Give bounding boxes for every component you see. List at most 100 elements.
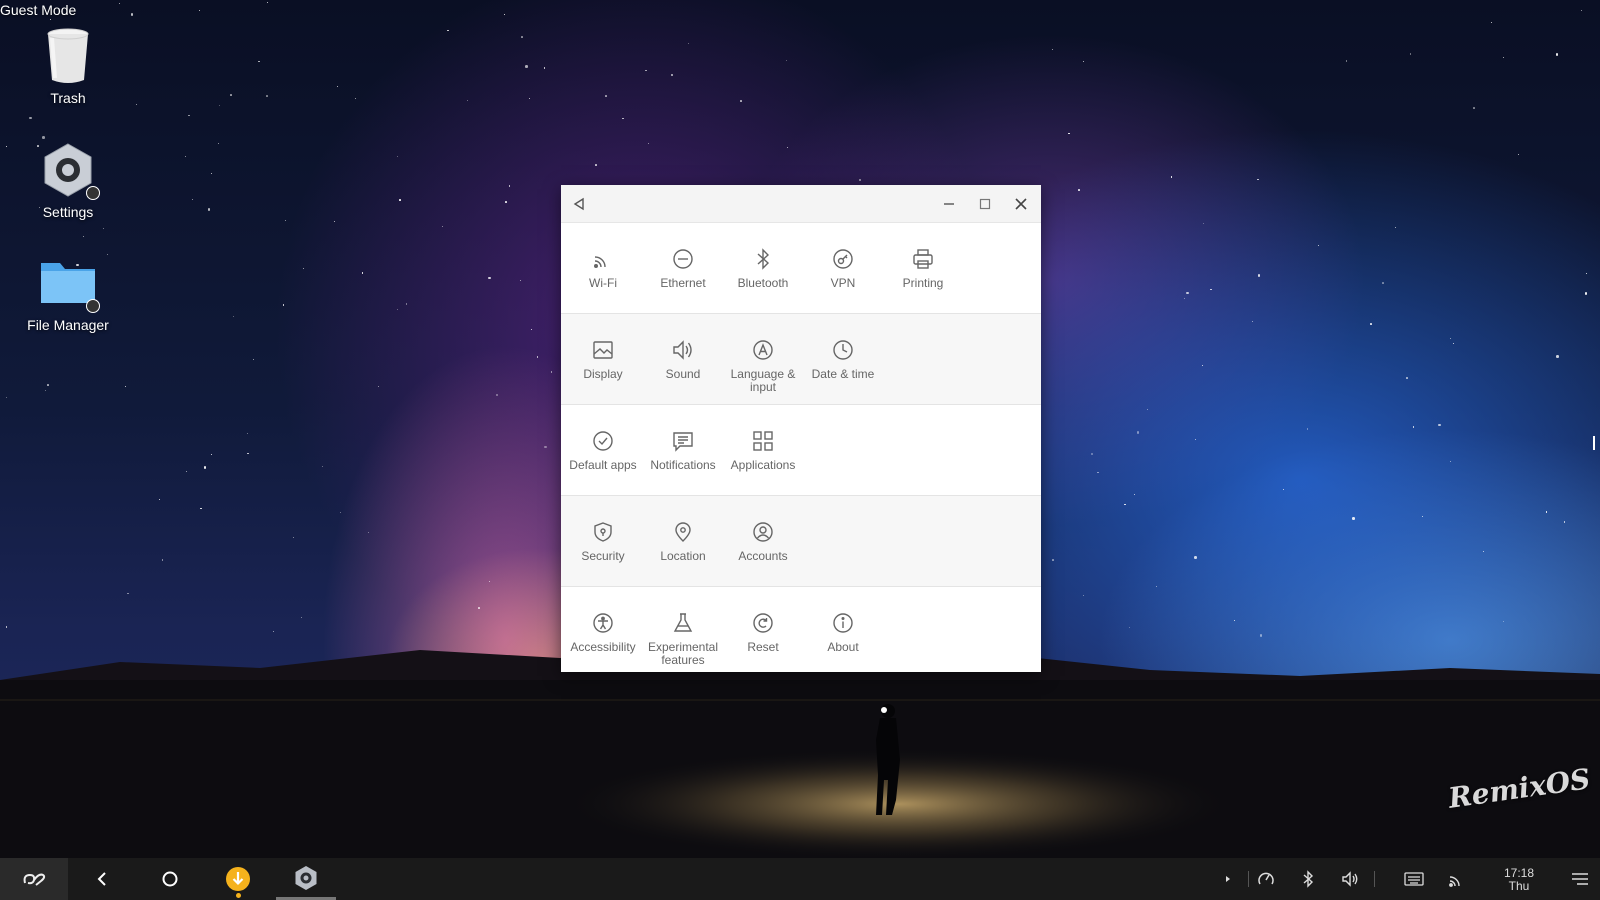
settings-item-display[interactable]: Display (563, 314, 643, 381)
window-title-bar[interactable] (561, 185, 1041, 223)
tray-keyboard-button[interactable] (1396, 858, 1432, 900)
settings-item-label: About (827, 640, 859, 654)
close-button[interactable] (1003, 185, 1039, 222)
wifi-icon (594, 256, 606, 269)
tray-bluetooth-button[interactable] (1290, 858, 1326, 900)
volume-icon (1342, 871, 1358, 887)
back-arrow-icon (573, 197, 584, 210)
download-app-icon (226, 867, 250, 891)
settings-item-label: Default apps (569, 458, 637, 472)
settings-item-label: Notifications (650, 458, 716, 472)
settings-item-vpn[interactable]: VPN (803, 223, 883, 290)
language-icon (753, 340, 773, 360)
info-icon (833, 613, 853, 633)
settings-item-accounts[interactable]: Accounts (723, 496, 803, 563)
settings-item-label: Printing (902, 276, 944, 290)
tray-performance-button[interactable] (1248, 858, 1284, 900)
keyboard-icon (1404, 872, 1424, 886)
settings-item-default-apps[interactable]: Default apps (563, 405, 643, 472)
settings-item-label: Date & time (811, 367, 875, 381)
settings-item-label: Reset (747, 640, 779, 654)
settings-row-personal: Security Location Accounts (561, 496, 1041, 587)
settings-row-apps: Default apps Notifications Applications (561, 405, 1041, 496)
desktop-icon-file-manager[interactable]: File Manager (8, 253, 128, 333)
settings-item-label: VPN (830, 276, 856, 290)
bluetooth-icon (757, 248, 770, 270)
notification-center-button[interactable] (1562, 858, 1598, 900)
settings-item-about[interactable]: About (803, 587, 883, 654)
location-pin-icon (675, 522, 691, 542)
desktop-icon-label: Settings (42, 204, 94, 220)
maximize-icon (979, 198, 991, 209)
settings-item-accessibility[interactable]: Accessibility (563, 587, 643, 654)
settings-item-label: Security (581, 549, 625, 563)
desktop-icon-settings[interactable]: Settings (8, 140, 128, 220)
remix-logo-icon (23, 873, 46, 886)
settings-item-applications[interactable]: Applications (723, 405, 803, 472)
nav-back-button[interactable] (72, 858, 132, 900)
settings-item-label: Accessibility (570, 640, 636, 654)
guest-mode-label: Guest Mode (0, 2, 77, 18)
settings-item-bluetooth[interactable]: Bluetooth (723, 223, 803, 290)
ethernet-icon (673, 249, 693, 269)
minimize-button[interactable] (931, 185, 967, 222)
settings-item-label: Ethernet (660, 276, 706, 290)
settings-item-security[interactable]: Security (563, 496, 643, 563)
desktop-icon-trash[interactable]: Trash (8, 26, 128, 106)
tray-volume-button[interactable] (1332, 858, 1368, 900)
settings-item-location[interactable]: Location (643, 496, 723, 563)
taskbar: 17:18 Thu (0, 858, 1600, 900)
desktop: Guest Mode Trash Settings File Manager R… (0, 0, 1600, 900)
desktop-icon-label: File Manager (27, 317, 109, 333)
clock-icon (833, 340, 853, 360)
display-icon (593, 341, 613, 359)
accessibility-icon (593, 613, 613, 633)
settings-row-network: Wi-Fi Ethernet Bluetooth VPN Printing (561, 223, 1041, 314)
maximize-button[interactable] (967, 185, 1003, 222)
back-button[interactable] (561, 185, 597, 222)
menu-lines-icon (1572, 873, 1588, 885)
settings-item-ethernet[interactable]: Ethernet (643, 223, 723, 290)
taskbar-clock[interactable]: 17:18 Thu (1494, 867, 1544, 893)
folder-icon (38, 253, 100, 313)
settings-item-notifications[interactable]: Notifications (643, 405, 723, 472)
settings-item-label: Location (660, 549, 706, 563)
home-circle-icon (162, 871, 178, 887)
settings-item-label: Wi-Fi (589, 276, 617, 290)
tray-expand-button[interactable] (1210, 858, 1246, 900)
notifications-icon (673, 432, 693, 452)
settings-item-printing[interactable]: Printing (883, 223, 963, 290)
tray-wifi-button[interactable] (1438, 858, 1474, 900)
speedometer-icon (1258, 872, 1274, 885)
caret-right-icon (1226, 876, 1230, 882)
settings-gear-icon (295, 865, 317, 890)
minimize-icon (944, 202, 954, 205)
settings-item-experimental[interactable]: Experimental features (643, 587, 723, 667)
desktop-icon-label: Trash (50, 90, 86, 106)
taskbar-app-settings[interactable] (276, 858, 336, 900)
settings-item-language[interactable]: Language & input (723, 314, 803, 394)
settings-item-label: Display (583, 367, 623, 381)
settings-item-label: Experimental features (647, 640, 719, 667)
settings-gear-icon (38, 140, 100, 200)
clock-day: Thu (1508, 879, 1530, 893)
vpn-icon (833, 249, 853, 269)
taskbar-app-downloader[interactable] (208, 858, 268, 900)
settings-item-label: Sound (665, 367, 701, 381)
mouse-cursor (1593, 436, 1595, 450)
flask-icon (673, 613, 693, 632)
nav-home-button[interactable] (140, 858, 200, 900)
start-button[interactable] (0, 858, 68, 900)
check-circle-icon (593, 431, 613, 451)
shield-icon (594, 522, 612, 542)
settings-item-sound[interactable]: Sound (643, 314, 723, 381)
chevron-left-icon (97, 872, 106, 886)
settings-item-date-time[interactable]: Date & time (803, 314, 883, 381)
settings-item-wifi[interactable]: Wi-Fi (563, 223, 643, 290)
settings-item-label: Bluetooth (737, 276, 789, 290)
settings-window: Wi-Fi Ethernet Bluetooth VPN Printing Di… (561, 185, 1041, 672)
bluetooth-icon (1303, 870, 1314, 888)
settings-row-system: Accessibility Experimental features Rese… (561, 587, 1041, 677)
reset-icon (753, 613, 773, 633)
settings-item-reset[interactable]: Reset (723, 587, 803, 654)
